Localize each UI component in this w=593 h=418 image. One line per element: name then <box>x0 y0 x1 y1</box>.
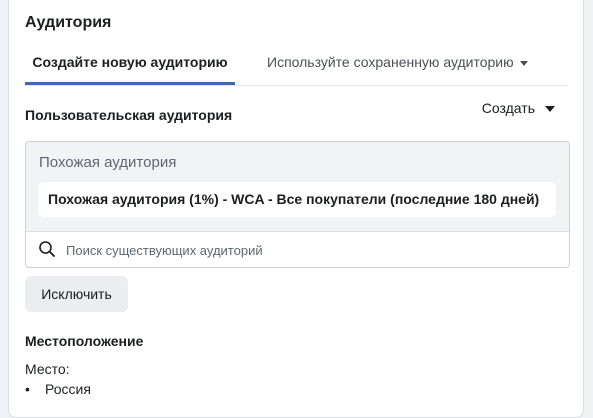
search-icon <box>39 241 55 257</box>
caret-down-icon <box>519 60 528 66</box>
caret-down-icon <box>545 106 555 113</box>
audience-tabs: Создайте новую аудиторию Используйте сох… <box>25 47 567 86</box>
custom-audience-label: Пользовательская аудитория <box>25 107 233 123</box>
panel-title: Аудитория <box>25 14 112 31</box>
audience-group-label: Похожая аудитория <box>39 154 177 171</box>
create-dropdown[interactable]: Создать <box>482 100 555 116</box>
create-dropdown-label: Создать <box>481 100 535 116</box>
audience-selector: Похожая аудитория Похожая аудитория (1%)… <box>25 141 570 268</box>
location-item: Россия <box>25 381 91 397</box>
audience-panel: Аудитория Создайте новую аудиторию Испол… <box>8 0 584 418</box>
selected-audiences: Похожая аудитория Похожая аудитория (1%)… <box>26 142 569 232</box>
tab-create-new-audience[interactable]: Создайте новую аудиторию <box>25 47 235 85</box>
tab-label: Создайте новую аудиторию <box>32 54 228 70</box>
location-heading: Местоположение <box>25 333 144 349</box>
location-sub-label: Место: <box>25 361 70 377</box>
location-list: Россия <box>25 381 91 397</box>
tab-use-saved-audience[interactable]: Используйте сохраненную аудиторию <box>267 47 528 85</box>
exclude-button[interactable]: Исключить <box>25 276 128 312</box>
audience-search-row <box>26 231 569 267</box>
tab-label: Используйте сохраненную аудиторию <box>267 54 514 70</box>
selected-audience-chip[interactable]: Похожая аудитория (1%) - WCA - Все покуп… <box>38 182 556 217</box>
audience-search-input[interactable] <box>64 237 548 263</box>
